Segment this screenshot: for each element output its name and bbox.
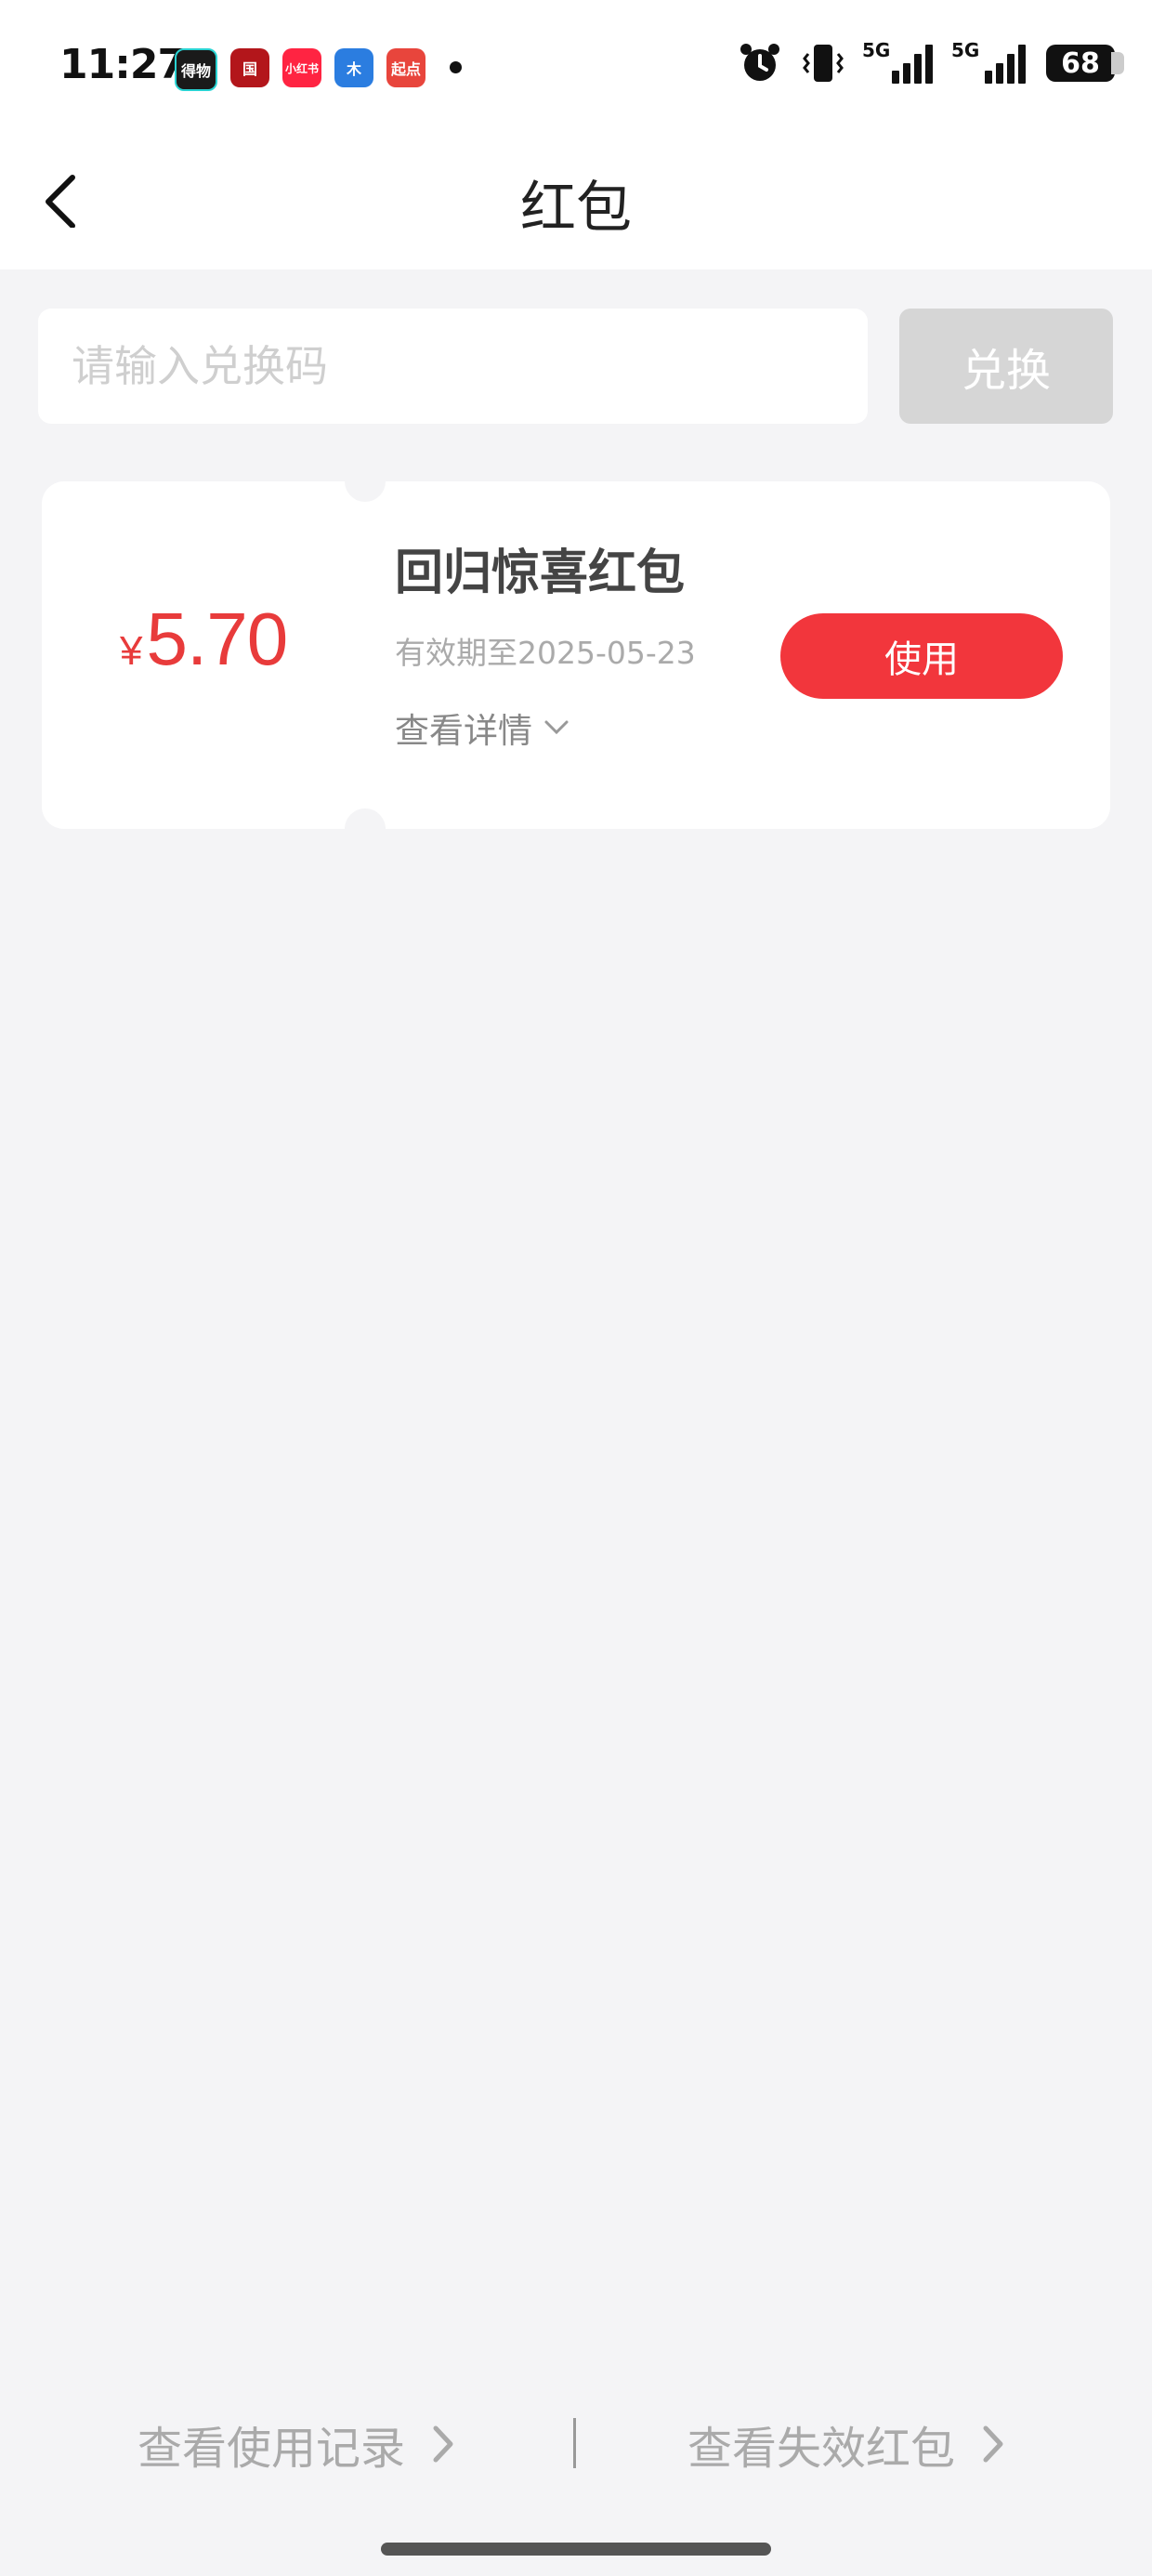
redeem-code-input[interactable] bbox=[38, 309, 868, 424]
footer-links: 查看使用记录 查看失效红包 bbox=[0, 2407, 1152, 2481]
coupon-amount-value: 5.70 bbox=[146, 598, 288, 680]
red-packet-card: ¥ 5.70 回归惊喜红包 有效期至2025-05-23 查看详情 使用 bbox=[42, 481, 1110, 829]
coupon-amount: ¥ 5.70 bbox=[120, 597, 288, 682]
tree-app-icon: 木 bbox=[334, 48, 373, 87]
home-indicator[interactable] bbox=[381, 2543, 771, 2556]
alarm-icon bbox=[740, 44, 779, 81]
view-expired-red-packets-link[interactable]: 查看失效红包 bbox=[687, 2407, 1005, 2481]
view-usage-history-link[interactable]: 查看使用记录 bbox=[137, 2407, 455, 2481]
vibrate-icon bbox=[803, 45, 844, 82]
chevron-down-icon bbox=[544, 720, 569, 735]
xiaohongshu-app-icon: 小红书 bbox=[282, 48, 321, 87]
redeem-button[interactable]: 兑换 bbox=[899, 309, 1113, 424]
view-usage-history-label: 查看使用记录 bbox=[137, 2423, 406, 2475]
battery-icon: 68 bbox=[1046, 45, 1124, 82]
status-bar: 11:27 得物 国 小红书 木 起点 5G 5G 68 bbox=[0, 0, 1152, 135]
currency-symbol: ¥ bbox=[120, 628, 143, 674]
coupon-expiry: 有效期至2025-05-23 bbox=[395, 635, 696, 671]
footer-divider bbox=[573, 2418, 576, 2468]
ticket-notch-top bbox=[345, 481, 386, 502]
bank-app-icon: 国 bbox=[230, 48, 269, 87]
navigation-bar: 红包 bbox=[0, 135, 1152, 269]
view-details-label: 查看详情 bbox=[395, 711, 532, 751]
status-time: 11:27 bbox=[59, 41, 186, 88]
signal-5g-icon: 5G bbox=[862, 39, 933, 84]
notification-app-icons: 得物 国 小红书 木 起点 bbox=[175, 48, 425, 91]
coupon-title: 回归惊喜红包 bbox=[395, 545, 686, 601]
view-details-toggle[interactable]: 查看详情 bbox=[395, 703, 569, 753]
ticket-notch-bottom bbox=[345, 808, 386, 829]
chevron-right-icon bbox=[983, 2425, 1003, 2463]
page-title: 红包 bbox=[520, 176, 632, 241]
signal-5g-secondary-icon: 5G bbox=[951, 39, 1026, 84]
use-coupon-button[interactable]: 使用 bbox=[780, 613, 1063, 699]
system-status-icons: 5G 5G 68 bbox=[738, 39, 1124, 85]
chevron-right-icon bbox=[433, 2425, 453, 2463]
qidian-app-icon: 起点 bbox=[386, 48, 425, 87]
view-expired-red-packets-label: 查看失效红包 bbox=[687, 2423, 956, 2475]
dewu-app-icon: 得物 bbox=[175, 48, 217, 91]
more-notifications-dot-icon bbox=[450, 61, 462, 73]
